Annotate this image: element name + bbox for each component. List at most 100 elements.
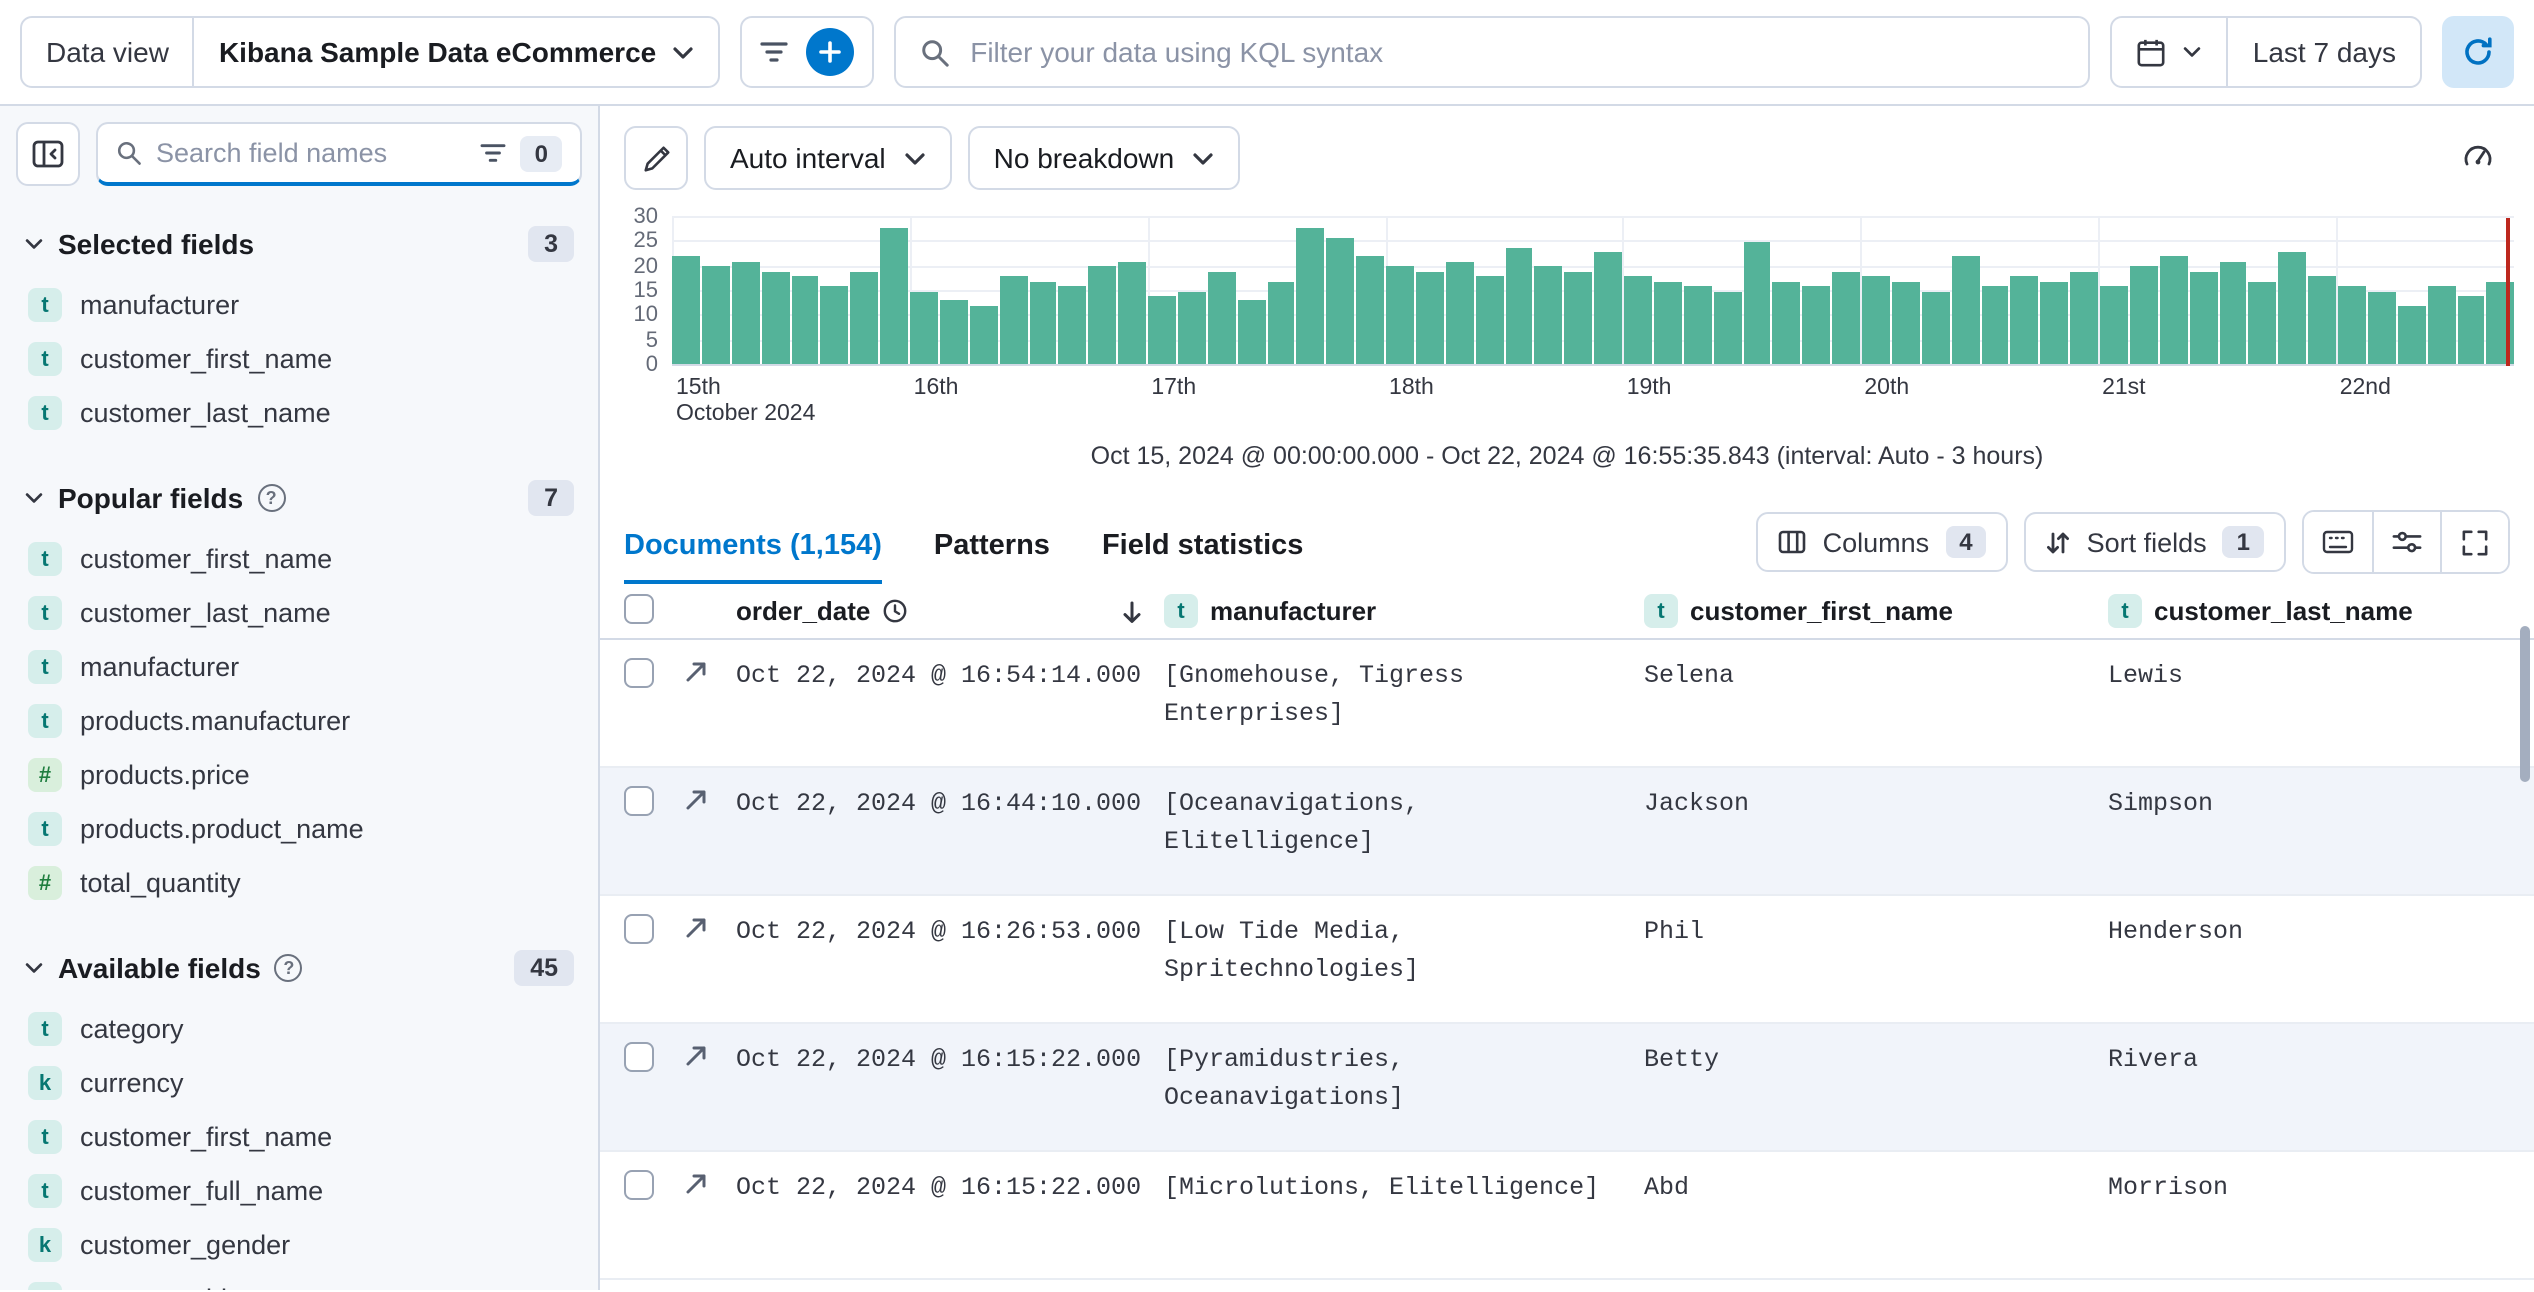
histogram-bar[interactable] [1207, 271, 1236, 364]
tab-field-statistics[interactable]: Field statistics [1102, 530, 1303, 584]
histogram-bar[interactable] [1267, 281, 1295, 364]
histogram-bar[interactable] [1802, 286, 1831, 364]
cell-customer-first-name[interactable]: Jackson [1644, 768, 2108, 894]
cell-customer-first-name[interactable]: Abd [1644, 1152, 2108, 1278]
chart-options-button[interactable] [2446, 126, 2510, 190]
time-range-label[interactable]: Last 7 days [2226, 18, 2420, 86]
cell-customer-last-name[interactable]: Henderson [2108, 896, 2534, 1022]
expand-document-button[interactable] [684, 896, 736, 1022]
histogram-bar[interactable] [1356, 256, 1384, 364]
expand-document-button[interactable] [684, 1152, 736, 1278]
section-header-popular-fields[interactable]: Popular fields? 7 [24, 480, 574, 516]
expand-document-button[interactable] [684, 1024, 736, 1150]
field-item-customer-full-name[interactable]: t customer_full_name [16, 1164, 582, 1218]
cell-customer-last-name[interactable]: Morrison [2108, 1152, 2534, 1278]
field-item-customer-first-name[interactable]: t customer_first_name [16, 532, 582, 586]
histogram-bar[interactable] [880, 227, 908, 364]
histogram-bar[interactable] [2070, 271, 2098, 364]
histogram-bar[interactable] [1624, 276, 1652, 364]
histogram-bar[interactable] [1118, 261, 1146, 364]
histogram-bar[interactable] [672, 256, 700, 364]
histogram-bar[interactable] [2486, 281, 2515, 364]
histogram-bar[interactable] [731, 261, 760, 364]
histogram-bar[interactable] [2219, 261, 2247, 364]
histogram-bar[interactable] [2010, 276, 2039, 364]
section-header-available-fields[interactable]: Available fields? 45 [24, 950, 574, 986]
histogram-bar[interactable] [1594, 252, 1622, 364]
histogram-bar[interactable] [2278, 252, 2307, 364]
row-checkbox[interactable] [624, 1042, 654, 1072]
field-item-customer-gender[interactable]: k customer_gender [16, 1218, 582, 1272]
scrollbar-thumb[interactable] [2520, 626, 2530, 782]
field-search-input[interactable] [156, 138, 467, 168]
histogram-bar[interactable] [2189, 271, 2217, 364]
histogram-bar[interactable] [820, 286, 849, 364]
histogram-bar[interactable] [1088, 266, 1117, 364]
cell-customer-first-name[interactable]: Betty [1644, 1024, 2108, 1150]
field-item-total-quantity[interactable]: # total_quantity [16, 856, 582, 910]
field-item-customer-first-name[interactable]: t customer_first_name [16, 332, 582, 386]
field-item-manufacturer[interactable]: t manufacturer [16, 278, 582, 332]
histogram-bar[interactable] [2308, 276, 2336, 364]
data-view-select[interactable]: Kibana Sample Data eCommerce [192, 18, 718, 86]
histogram-bar[interactable] [1653, 281, 1682, 364]
histogram-bar[interactable] [1772, 281, 1801, 364]
cell-order-date[interactable]: Oct 22, 2024 @ 16:26:53.000 [736, 896, 1164, 1022]
histogram-bar[interactable] [969, 305, 998, 364]
histogram-bar[interactable] [1058, 286, 1087, 364]
histogram-bar[interactable] [2397, 305, 2426, 364]
cell-order-date[interactable]: Oct 22, 2024 @ 16:15:22.000 [736, 1152, 1164, 1278]
cell-customer-first-name[interactable]: Selena [1644, 640, 2108, 766]
column-header-customer-last-name[interactable]: t customer_last_name [2108, 594, 2534, 628]
column-header-manufacturer[interactable]: t manufacturer [1164, 594, 1644, 628]
histogram-bar[interactable] [910, 291, 938, 364]
cell-manufacturer[interactable]: [Oceanavigations, Elitelligence] [1164, 768, 1644, 894]
row-checkbox[interactable] [624, 658, 654, 688]
histogram-bar[interactable] [1951, 256, 1979, 364]
filter-button[interactable] [760, 40, 788, 64]
histogram-bar[interactable] [1177, 291, 1206, 364]
column-header-order-date[interactable]: order_date [736, 596, 1164, 626]
histogram-bar[interactable] [2427, 286, 2455, 364]
field-item-products-price[interactable]: # products.price [16, 748, 582, 802]
histogram-bar[interactable] [1564, 271, 1593, 364]
refresh-button[interactable] [2442, 16, 2514, 88]
histogram-bar[interactable] [2100, 286, 2128, 364]
tab-patterns[interactable]: Patterns [934, 530, 1050, 584]
histogram-bar[interactable] [1713, 291, 1741, 364]
histogram-bar[interactable] [1237, 300, 1265, 364]
histogram-bar[interactable] [2338, 286, 2366, 364]
cell-customer-first-name[interactable]: Phil [1644, 896, 2108, 1022]
histogram-bar[interactable] [2367, 291, 2396, 364]
field-item-products-manufacturer[interactable]: t products.manufacturer [16, 694, 582, 748]
field-item-customer-id[interactable]: k customer_id [16, 1272, 582, 1290]
field-item-category[interactable]: t category [16, 1002, 582, 1056]
histogram-bar[interactable] [1832, 271, 1860, 364]
select-all-checkbox[interactable] [624, 593, 654, 623]
histogram-bar[interactable] [761, 271, 789, 364]
add-filter-button[interactable] [806, 28, 855, 76]
field-item-customer-last-name[interactable]: t customer_last_name [16, 586, 582, 640]
columns-button[interactable]: Columns 4 [1756, 512, 2009, 572]
histogram-bar[interactable] [2159, 256, 2188, 364]
histogram-bar[interactable] [2248, 281, 2277, 364]
keyboard-shortcuts-button[interactable] [2304, 512, 2372, 572]
histogram-bar[interactable] [1386, 266, 1414, 364]
histogram-bar[interactable] [1981, 286, 2009, 364]
histogram-bar[interactable] [1891, 281, 1920, 364]
field-item-currency[interactable]: k currency [16, 1056, 582, 1110]
row-checkbox[interactable] [624, 914, 654, 944]
interval-dropdown[interactable]: Auto interval [704, 126, 952, 190]
display-options-button[interactable] [2372, 512, 2440, 572]
column-header-customer-first-name[interactable]: t customer_first_name [1644, 594, 2108, 628]
histogram-bar[interactable] [1475, 276, 1503, 364]
histogram-bar[interactable] [2129, 266, 2158, 364]
sort-fields-button[interactable]: Sort fields 1 [2024, 512, 2286, 572]
histogram-bar[interactable] [791, 276, 819, 364]
cell-manufacturer[interactable]: [Microlutions, Elitelligence] [1164, 1152, 1644, 1278]
histogram-bar[interactable] [1683, 286, 1712, 364]
cell-order-date[interactable]: Oct 22, 2024 @ 16:44:10.000 [736, 768, 1164, 894]
fullscreen-button[interactable] [2440, 512, 2508, 572]
histogram-bar[interactable] [2457, 295, 2485, 364]
histogram-bar[interactable] [850, 271, 879, 364]
